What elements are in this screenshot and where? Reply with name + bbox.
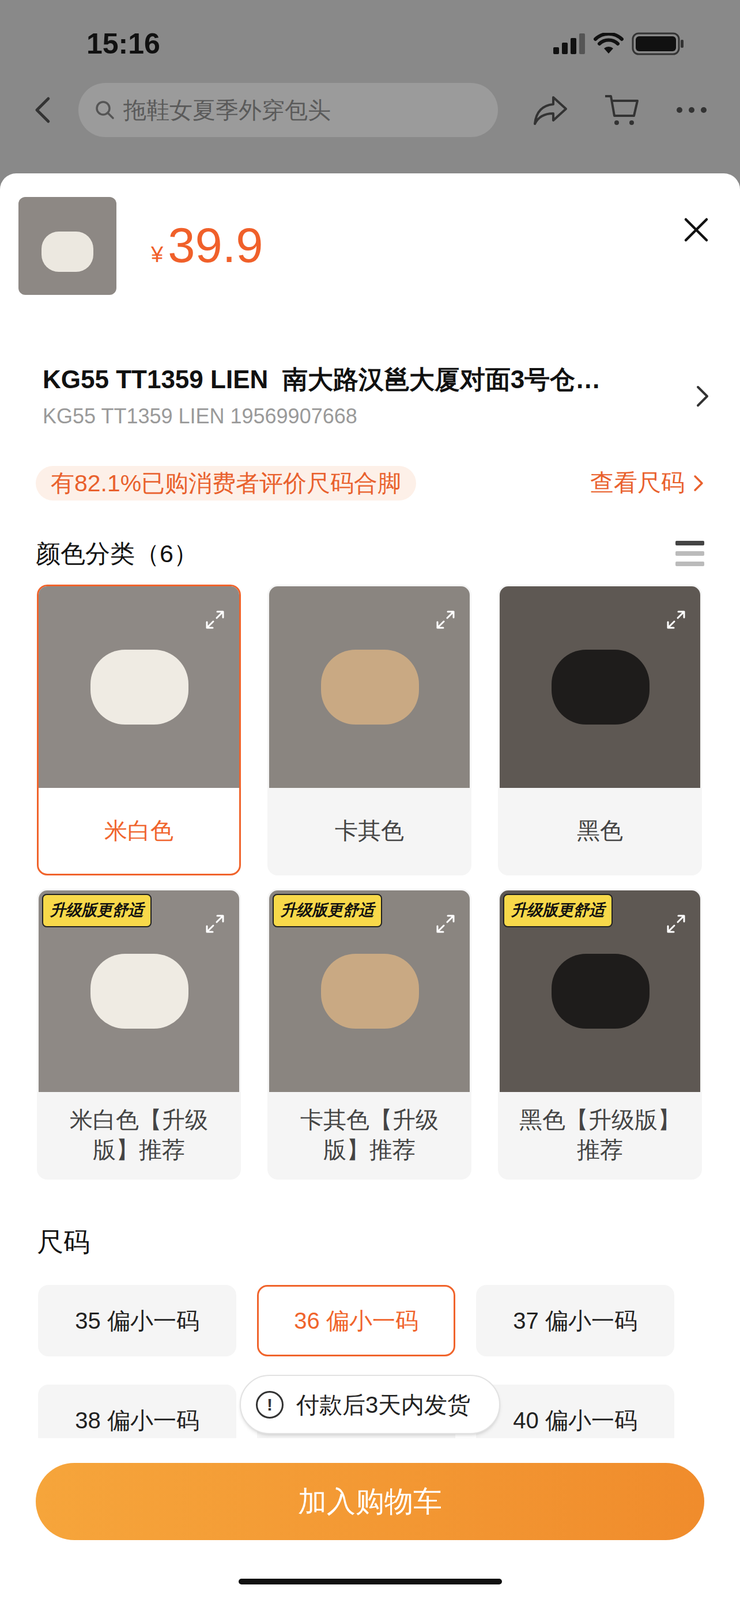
color-label: 卡其色【升级版】推荐 <box>280 1105 459 1166</box>
cart-icon[interactable] <box>603 92 640 128</box>
color-option[interactable]: 米白色 <box>36 584 241 877</box>
chevron-right-icon <box>692 474 705 493</box>
product-thumbnail <box>18 197 117 296</box>
wifi-icon <box>593 32 624 55</box>
color-label: 米白色 <box>104 816 174 847</box>
share-icon[interactable] <box>532 93 569 127</box>
shop-title: KG55 TT1359 LIEN 南大路汉邕大厦对面3号仓… <box>42 363 601 396</box>
expand-icon[interactable] <box>204 914 226 935</box>
price-value: 39.9 <box>167 220 263 270</box>
status-bar: 15:16 <box>0 0 740 75</box>
search-icon <box>94 99 116 121</box>
color-heading-row: 颜色分类（6） <box>0 538 740 570</box>
color-heading: 颜色分类（6） <box>35 538 199 570</box>
battery-icon <box>631 32 685 56</box>
size-option[interactable]: 40 偏小一码 <box>476 1385 675 1440</box>
search-box[interactable]: 拖鞋女夏季外穿包头 <box>78 82 498 138</box>
color-photo <box>38 586 240 789</box>
color-option[interactable]: 升级版更舒适卡其色【升级版】推荐 <box>267 889 472 1181</box>
toast-text: 付款后3天内发货 <box>296 1388 471 1423</box>
status-icons <box>553 32 685 56</box>
color-option[interactable]: 升级版更舒适米白色【升级版】推荐 <box>36 889 241 1181</box>
shoe-shape <box>321 650 419 726</box>
close-icon[interactable] <box>682 216 711 244</box>
size-heading: 尺码 <box>36 1227 90 1258</box>
nav-bar: 拖鞋女夏季外穿包头 <box>0 74 740 146</box>
color-photo <box>499 586 701 789</box>
expand-icon[interactable] <box>665 914 687 935</box>
home-indicator <box>238 1579 502 1586</box>
color-grid: 米白色卡其色黑色升级版更舒适米白色【升级版】推荐升级版更舒适卡其色【升级版】推荐… <box>0 584 740 1181</box>
size-label: 35 偏小一码 <box>74 1304 200 1339</box>
upgrade-badge: 升级版更舒适 <box>272 894 383 928</box>
shop-row[interactable]: KG55 TT1359 LIEN 南大路汉邕大厦对面3号仓… KG55 TT13… <box>0 363 740 430</box>
fit-banner-row: 有82.1%已购消费者评价尺码合脚 查看尺码 <box>0 465 740 502</box>
add-to-cart-button[interactable]: 加入购物车 <box>35 1463 705 1542</box>
add-to-cart-label: 加入购物车 <box>297 1481 443 1525</box>
color-option[interactable]: 卡其色 <box>267 584 472 877</box>
shoe-shape <box>551 650 650 726</box>
size-chart-label: 查看尺码 <box>590 465 685 502</box>
color-photo: 升级版更舒适 <box>38 890 240 1093</box>
shoe-shape <box>551 954 650 1030</box>
size-label: 38 偏小一码 <box>74 1403 200 1439</box>
size-option[interactable]: 36 偏小一码 <box>257 1285 456 1358</box>
size-chart-link[interactable]: 查看尺码 <box>590 465 705 502</box>
price: ¥ 39.9 <box>150 220 264 272</box>
sheet-content: ¥ 39.9 KG55 TT1359 LIEN 南大路汉邕大厦对面3号仓… KG… <box>0 173 740 1440</box>
color-option[interactable]: 黑色 <box>497 584 702 877</box>
color-photo: 升级版更舒适 <box>499 890 701 1093</box>
size-option[interactable]: 38 偏小一码 <box>38 1385 237 1440</box>
expand-icon[interactable] <box>435 609 456 631</box>
size-label: 36 偏小一码 <box>293 1304 419 1339</box>
color-label: 卡其色 <box>334 816 405 847</box>
shoe-shape <box>90 954 189 1030</box>
sku-sheet: ¥ 39.9 KG55 TT1359 LIEN 南大路汉邕大厦对面3号仓… KG… <box>0 173 740 1600</box>
fit-banner: 有82.1%已购消费者评价尺码合脚 <box>35 466 417 501</box>
expand-icon[interactable] <box>435 914 456 935</box>
color-label: 米白色【升级版】推荐 <box>50 1105 228 1166</box>
shoe-shape <box>90 650 189 726</box>
currency: ¥ <box>150 238 164 272</box>
search-placeholder: 拖鞋女夏季外穿包头 <box>123 92 331 128</box>
upgrade-badge: 升级版更舒适 <box>42 894 152 928</box>
expand-icon[interactable] <box>665 609 687 631</box>
clock: 15:16 <box>86 29 161 59</box>
shoe-shape <box>321 954 419 1030</box>
back-icon[interactable] <box>32 96 56 124</box>
size-option[interactable]: 35 偏小一码 <box>38 1285 237 1358</box>
list-view-icon[interactable] <box>675 540 705 568</box>
size-label: 37 偏小一码 <box>512 1304 638 1339</box>
price-row: ¥ 39.9 <box>0 173 740 296</box>
shipping-toast: ! 付款后3天内发货 <box>239 1375 501 1436</box>
size-option[interactable]: 37 偏小一码 <box>476 1285 675 1358</box>
color-photo: 升级版更舒适 <box>269 890 470 1093</box>
color-label: 黑色【升级版】推荐 <box>511 1105 689 1166</box>
chevron-right-icon <box>695 384 711 409</box>
page-header: 15:16 拖鞋女夏季外穿包头 <box>0 0 740 174</box>
shop-subtitle: KG55 TT1359 LIEN 19569907668 <box>42 404 601 430</box>
size-label: 40 偏小一码 <box>512 1403 638 1439</box>
upgrade-badge: 升级版更舒适 <box>503 894 613 928</box>
more-icon[interactable] <box>675 106 708 115</box>
color-option[interactable]: 升级版更舒适黑色【升级版】推荐 <box>497 889 702 1181</box>
warning-icon: ! <box>255 1391 284 1420</box>
color-label: 黑色 <box>576 816 624 847</box>
expand-icon[interactable] <box>204 609 226 631</box>
color-photo <box>269 586 470 789</box>
signal-icon <box>553 33 586 55</box>
